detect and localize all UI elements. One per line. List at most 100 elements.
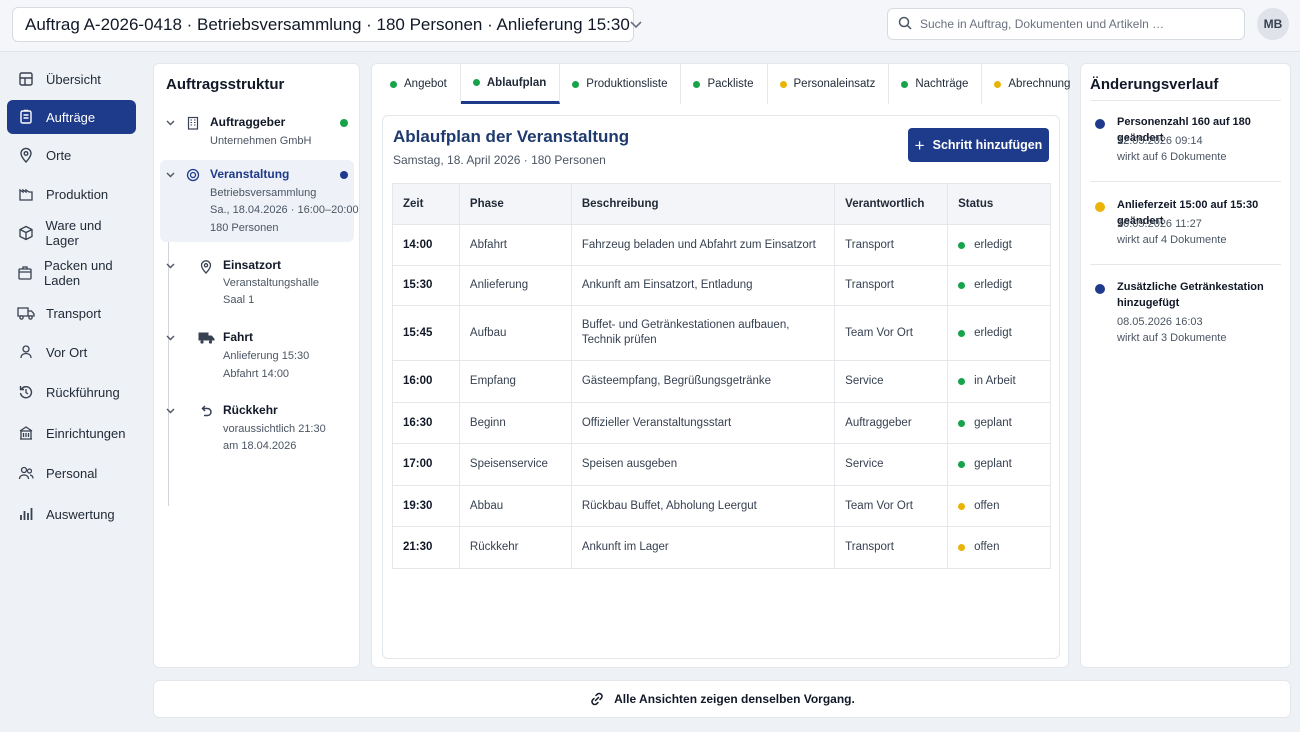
sidebar-item-produktion[interactable]: Produktion	[7, 177, 136, 211]
tree-node-veranstaltung[interactable]: Veranstaltung Betriebsversammlung Sa., 1…	[160, 160, 359, 242]
column-header[interactable]: Phase	[458, 183, 572, 225]
status-text: erledigt	[974, 326, 1012, 339]
cell-beschreibung: Ankunft am Einsatzort, Entladung	[570, 265, 836, 306]
status-text: erledigt	[974, 279, 1012, 291]
status-dot	[958, 544, 966, 551]
history-entry[interactable]: Zusätzliche Getränkestation hinzugefügt …	[1090, 279, 1290, 349]
chevron-down-icon[interactable]	[166, 118, 175, 129]
tab-produktionsliste[interactable]: Produktionsliste	[560, 64, 682, 104]
target-icon	[184, 166, 202, 184]
table-row[interactable]: 19:30 Abbau Rückbau Buffet, Abholung Lee…	[392, 485, 1051, 527]
building-icon	[184, 114, 202, 132]
tree-node-detail: Unternehmen GmbH	[210, 135, 312, 147]
order-structure-panel: Auftragsstruktur Auftraggeber Unternehme…	[153, 63, 360, 668]
cell-beschreibung: Buffet- und Getränkestationen aufbauen, …	[570, 305, 836, 361]
sidebar-item-label: Vor Ort	[46, 344, 88, 360]
sidebar-item-rueckfuehrung[interactable]: Rückführung	[7, 375, 136, 409]
undo-icon	[197, 402, 215, 420]
cell-phase: Anlieferung	[458, 265, 572, 306]
column-header[interactable]: Verantwortlich	[834, 183, 949, 225]
cell-verantwortlich: Team Vor Ort	[834, 485, 949, 527]
building-icon	[17, 424, 35, 442]
link-icon	[589, 691, 605, 707]
tab-nachtraege[interactable]: Nachträge	[889, 64, 983, 104]
status-dot	[958, 282, 966, 289]
sidebar-item-auftraege[interactable]: Aufträge	[7, 100, 136, 134]
person-location-icon	[17, 343, 35, 361]
tab-packliste[interactable]: Packliste	[681, 64, 768, 104]
sidebar-item-ware-und-lager[interactable]: Ware und Lager	[7, 216, 136, 250]
cell-phase: Rückkehr	[458, 526, 572, 569]
location-pin-icon	[17, 146, 35, 164]
chevron-down-icon[interactable]	[166, 333, 175, 344]
column-header[interactable]: Status	[947, 183, 1051, 225]
sidebar-item-transport[interactable]: Transport	[7, 296, 136, 330]
cell-status: offen	[947, 526, 1051, 569]
cell-status: erledigt	[947, 305, 1051, 361]
tab-label: Packliste	[707, 78, 754, 90]
cell-verantwortlich: Transport	[834, 526, 949, 569]
chevron-down-icon[interactable]	[166, 170, 175, 181]
search-input[interactable]	[920, 17, 1234, 31]
history-entry-timestamp: 08.05.2026 16:03	[1117, 316, 1203, 328]
tab-label: Angebot	[404, 78, 447, 90]
column-header[interactable]: Zeit	[392, 183, 460, 225]
cell-phase: Abbau	[458, 485, 572, 527]
sidebar-item-vor-ort[interactable]: Vor Ort	[7, 335, 136, 369]
chevron-down-icon	[630, 18, 642, 32]
page-title: Ablaufplan der Veranstaltung	[393, 127, 630, 146]
avatar[interactable]: MB	[1257, 8, 1289, 40]
cell-beschreibung: Fahrzeug beladen und Abfahrt zum Einsatz…	[570, 224, 836, 266]
sidebar-item-einrichtungen[interactable]: Einrichtungen	[7, 416, 136, 450]
table-row[interactable]: 16:00 Empfang Gästeempfang, Begrüßungsge…	[392, 360, 1051, 403]
sidebar-item-uebersicht[interactable]: Übersicht	[7, 62, 136, 96]
sidebar-item-label: Aufträge	[46, 109, 96, 125]
status-dot	[340, 119, 348, 127]
table-row[interactable]: 21:30 Rückkehr Ankunft im Lager Transpor…	[392, 526, 1051, 569]
sidebar-item-packen-und-laden[interactable]: Packen und Laden	[7, 256, 136, 290]
tree-node-fahrt[interactable]: Fahrt Anlieferung 15:30 Abfahrt 14:00	[160, 329, 354, 380]
footer-text: Alle Ansichten zeigen denselben Vorgang.	[614, 692, 855, 706]
tree-node-detail: 180 Personen	[210, 222, 279, 234]
tree-node-rueckkehr[interactable]: Rückkehr voraussichtlich 21:30 am 18.04.…	[160, 402, 354, 452]
sidebar-item-label: Rückführung	[46, 384, 120, 400]
table-row[interactable]: 16:30 Beginn Offizieller Veranstaltungss…	[392, 402, 1051, 444]
sidebar-item-auswertung[interactable]: Auswertung	[7, 497, 136, 531]
tab-label: Abrechnung	[1008, 78, 1071, 90]
history-entry[interactable]: Anlieferzeit 15:00 auf 15:30 geändert 10…	[1090, 197, 1290, 257]
box-icon	[17, 224, 35, 242]
status-text: erledigt	[974, 238, 1012, 251]
cell-zeit: 16:00	[392, 360, 460, 403]
status-dot	[693, 80, 701, 88]
schedule-table: Zeit Phase Beschreibung Verantwortlich S…	[392, 183, 1051, 569]
status-text: offen	[974, 541, 1000, 553]
truck-icon	[197, 329, 215, 347]
tab-label: Personaleinsatz	[793, 78, 876, 90]
tree-node-einsatzort[interactable]: Einsatzort Veranstaltungshalle Saal 1	[160, 257, 354, 307]
tree-node-detail: Anlieferung 15:30	[223, 350, 310, 362]
table-row[interactable]: 14:00 Abfahrt Fahrzeug beladen und Abfah…	[392, 224, 1051, 266]
tab-personaleinsatz[interactable]: Personaleinsatz	[768, 64, 890, 104]
table-row[interactable]: 15:45 Aufbau Buffet- und Getränkestation…	[392, 305, 1051, 361]
sidebar-item-personal[interactable]: Personal	[7, 456, 136, 490]
tab-ablaufplan[interactable]: Ablaufplan	[460, 64, 561, 104]
tab-label: Ablaufplan	[486, 76, 547, 89]
tree-node-detail: Sa., 18.04.2026 · 16:00–20:00	[210, 204, 359, 216]
tree-node-detail: am 18.04.2026	[223, 440, 297, 452]
order-title: Auftrag A-2026-0418 · Betriebsversammlun…	[25, 14, 630, 34]
sidebar-item-orte[interactable]: Orte	[7, 138, 136, 172]
tree-node-auftraggeber[interactable]: Auftraggeber Unternehmen GmbH	[160, 114, 354, 154]
table-row[interactable]: 17:00 Speisenservice Speisen ausgeben Se…	[392, 443, 1051, 486]
search-box[interactable]	[887, 8, 1245, 40]
cell-verantwortlich: Transport	[834, 265, 949, 306]
table-row[interactable]: 15:30 Anlieferung Ankunft am Einsatzort,…	[392, 265, 1051, 306]
chevron-down-icon[interactable]	[166, 261, 175, 272]
tab-label: Nachträge	[915, 78, 969, 90]
history-entry[interactable]: Personenzahl 160 auf 180 geändert 12.05.…	[1090, 114, 1290, 174]
order-select[interactable]: Auftrag A-2026-0418 · Betriebsversammlun…	[12, 7, 642, 42]
add-step-button[interactable]: + Schritt hinzufügen	[908, 128, 1049, 162]
chevron-down-icon[interactable]	[166, 406, 175, 417]
tab-angebot[interactable]: Angebot	[378, 64, 461, 104]
tab-abrechnung[interactable]: Abrechnung	[982, 64, 1085, 104]
column-header[interactable]: Beschreibung	[570, 183, 836, 225]
